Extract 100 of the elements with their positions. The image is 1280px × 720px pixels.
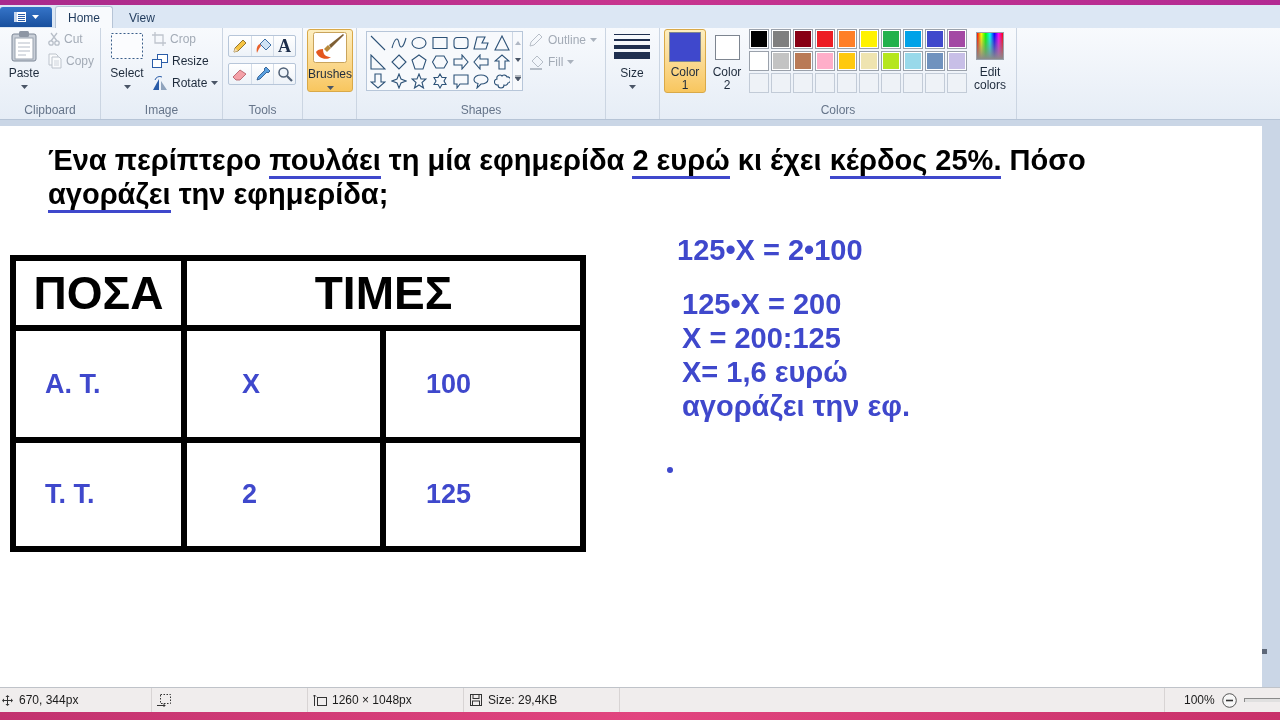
color-swatch[interactable] [903,51,923,71]
hexagon-shape-icon[interactable] [432,53,448,70]
canvas-size: 1260 × 1048px [332,692,412,709]
color-swatch[interactable] [793,29,813,49]
five-point-star-shape-icon[interactable] [411,72,428,89]
color-swatch[interactable] [749,51,769,71]
canvas-resize-handle[interactable] [1262,649,1267,654]
save-icon [470,694,482,706]
pentagon-shape-icon[interactable] [411,53,428,70]
expand-gallery-icon[interactable] [514,75,521,82]
table-cell: 2 [187,443,380,546]
empty-color-slot[interactable] [749,73,769,93]
group-label: Colors [820,103,856,118]
zoom-level: 100% [1184,692,1215,709]
color-swatch[interactable] [837,51,857,71]
color-swatch[interactable] [771,29,791,49]
solution-line: X= 1,6 ευρώ [682,355,848,389]
secondary-color-button[interactable]: Color 2 [709,29,745,93]
empty-color-slot[interactable] [815,73,835,93]
color-swatch[interactable] [859,51,879,71]
empty-color-slot[interactable] [771,73,791,93]
fill-tool-button[interactable] [251,36,273,56]
rotate-button[interactable]: Rotate [150,72,221,94]
empty-color-slot[interactable] [859,73,879,93]
cursor-position: 670, 344px [19,692,79,709]
down-arrow-shape-icon[interactable] [370,72,387,89]
magnifier-button[interactable] [273,64,295,84]
color-swatch[interactable] [815,29,835,49]
table-header: ΤΙΜΕΣ [187,261,580,325]
color-swatch[interactable] [947,51,967,71]
resize-button[interactable]: Resize [150,50,221,72]
solution-line: αγοράζει την εφ. [682,389,911,423]
zoom-out-button[interactable] [1221,692,1237,708]
question-text: Ένα περίπτερο πουλάει τη μία εφημερίδα 2 ευρώ κι έχει κέρδος 25%. Πόσο αγοράζει την εφημερίδα; [48,143,1148,211]
triangle-shape-icon[interactable] [493,34,510,51]
left-arrow-shape-icon[interactable] [473,53,490,70]
oval-shape-icon[interactable] [411,34,428,51]
polygon-shape-icon[interactable] [473,34,490,51]
solution-line: 125•X = 200 [682,287,842,321]
ribbon-tab[interactable]: View [116,6,168,28]
diamond-shape-icon[interactable] [390,53,407,70]
cloud-callout-shape-icon[interactable] [493,72,510,89]
rectangle-callout-shape-icon[interactable] [452,72,469,89]
up-arrow-shape-icon[interactable] [493,53,510,70]
selection-size-icon [157,693,171,707]
paste-button[interactable]: Paste [4,29,44,93]
scroll-down-icon[interactable] [514,58,521,62]
file-size: Size: 29,4KB [488,692,558,709]
right-triangle-shape-icon[interactable] [370,53,387,70]
app-menu-button[interactable] [0,7,52,27]
equation-text: 125•X = 2•100 [676,233,864,267]
group-label: Clipboard [24,103,76,118]
six-point-star-shape-icon[interactable] [432,72,448,89]
color-swatch[interactable] [925,51,945,71]
empty-color-slot[interactable] [837,73,857,93]
line-shape-icon[interactable] [370,34,387,51]
color-swatch[interactable] [859,29,879,49]
edit-colors-button[interactable]: Edit colors [970,29,1010,93]
resize-icon [152,54,168,68]
group-label: Image [144,103,179,118]
rectangle-shape-icon[interactable] [432,34,448,51]
color-swatch[interactable] [947,29,967,49]
ribbon-tab[interactable]: Home [55,6,113,28]
caret-icon [32,15,39,19]
table-cell: 125 [386,443,580,546]
magnifier-icon [276,66,293,82]
table-cell: X [187,331,380,437]
color-swatch[interactable] [837,29,857,49]
empty-color-slot[interactable] [881,73,901,93]
color-swatch[interactable] [793,51,813,71]
color-swatch[interactable] [881,51,901,71]
oval-callout-shape-icon[interactable] [473,72,490,89]
color-swatch[interactable] [771,51,791,71]
empty-color-slot[interactable] [903,73,923,93]
right-arrow-shape-icon[interactable] [452,53,469,70]
empty-color-slot[interactable] [793,73,813,93]
rotate-icon [152,75,168,91]
brushes-button[interactable]: Brushes [307,29,353,92]
clipboard-icon [9,30,39,62]
caret-icon [326,86,334,90]
primary-color-button[interactable]: Color 1 [664,29,706,93]
four-point-star-shape-icon[interactable] [390,72,407,89]
group-label: Shapes [460,103,502,118]
text-tool-button[interactable]: A [273,36,295,56]
empty-color-slot[interactable] [947,73,967,93]
color-swatch[interactable] [881,29,901,49]
color-swatch[interactable] [815,51,835,71]
color-swatch[interactable] [749,29,769,49]
select-button[interactable]: Select [106,29,148,93]
caret-icon [20,85,28,89]
rounded-rectangle-shape-icon[interactable] [452,34,469,51]
dashed-rectangle-icon [111,33,143,59]
color-swatch[interactable] [925,29,945,49]
table-cell: 100 [386,331,580,437]
paint-bucket-icon [254,38,271,54]
color-swatch[interactable] [903,29,923,49]
zoom-slider-track[interactable] [1243,698,1280,702]
empty-color-slot[interactable] [925,73,945,93]
size-button[interactable]: Size [611,29,653,93]
color-picker-button[interactable] [251,64,273,84]
